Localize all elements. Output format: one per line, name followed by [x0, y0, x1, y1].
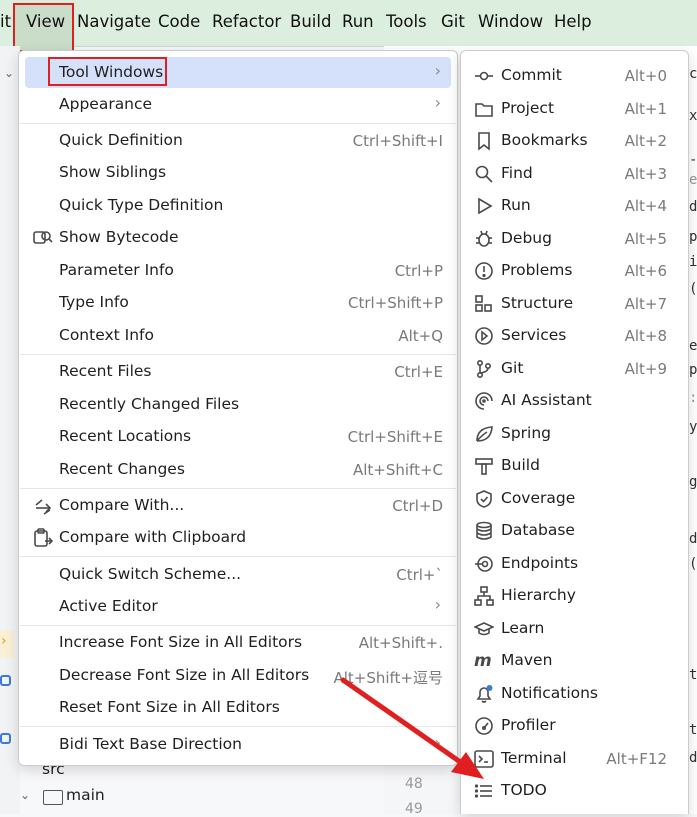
annotation-arrow — [340, 677, 484, 779]
